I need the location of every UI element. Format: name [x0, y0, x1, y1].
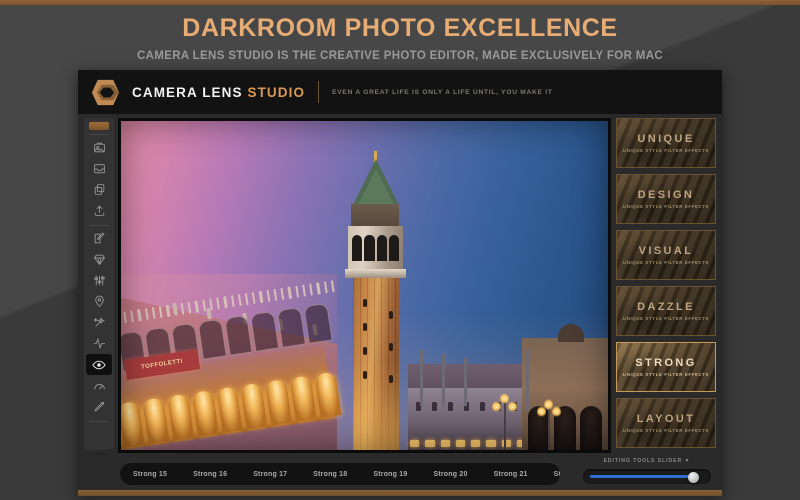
editing-tools-slider-group: EDITING TOOLS SLIDER ▼: [578, 457, 716, 491]
toolbar-divider: [89, 225, 109, 226]
promo-headline: DARKROOM PHOTO EXCELLENCE: [182, 14, 618, 42]
slider-knob[interactable]: [687, 472, 699, 483]
promo-page: DARKROOM PHOTO EXCELLENCE CAMERA LENS ST…: [0, 0, 800, 500]
filter-subtitle: UNIQUE STYLE FILTER EFFECTS: [622, 148, 710, 153]
basilica-building: [522, 324, 608, 450]
location-pin-icon[interactable]: [86, 291, 112, 312]
slider-label-text: EDITING TOOLS SLIDER: [603, 458, 683, 464]
campanile-tower: [339, 147, 413, 450]
app-window: CAMERA LENS STUDIO EVEN A GREAT LIFE IS …: [78, 70, 722, 494]
editing-tools-slider[interactable]: [583, 469, 711, 484]
filter-subtitle: UNIQUE STYLE FILTER EFFECTS: [622, 372, 710, 377]
preset-item[interactable]: Strong 17: [240, 471, 300, 478]
bottom-accent-rule: [78, 490, 722, 496]
bottom-bar: Strong 15 Strong 16 Strong 17 Strong 18 …: [78, 455, 722, 494]
left-toolbar: [84, 118, 114, 450]
slider-fill: [590, 475, 699, 478]
diamond-gem-icon[interactable]: [86, 249, 112, 270]
filter-tile-dazzle[interactable]: DAZZLE UNIQUE STYLE FILTER EFFECTS: [616, 286, 716, 336]
preset-item[interactable]: Strong 19: [360, 471, 420, 478]
sliders-icon[interactable]: [86, 270, 112, 291]
eye-icon[interactable]: [86, 354, 112, 375]
preset-item[interactable]: Strong 18: [300, 471, 360, 478]
curve-gauge-icon[interactable]: [86, 375, 112, 396]
brand-main: CAMERA LENS: [132, 84, 243, 100]
toolbar-cap: [89, 122, 109, 130]
filter-tile-layout[interactable]: LAYOUT UNIQUE STYLE FILTER EFFECTS: [616, 398, 716, 448]
promo-subline: CAMERA LENS STUDIO IS THE CREATIVE PHOTO…: [136, 50, 664, 62]
filter-subtitle: UNIQUE STYLE FILTER EFFECTS: [622, 204, 710, 209]
procuratie-arcade-building: TOFFOLETTI: [121, 274, 342, 450]
preset-item[interactable]: Strong 20: [420, 471, 480, 478]
pencil-icon[interactable]: [86, 396, 112, 417]
inbox-tray-icon[interactable]: [86, 158, 112, 179]
background-buildings: [408, 324, 608, 450]
waveform-pulse-icon[interactable]: [86, 333, 112, 354]
filter-tile-design[interactable]: DESIGN UNIQUE STYLE FILTER EFFECTS: [616, 174, 716, 224]
filter-title: VISUAL: [638, 245, 694, 257]
preset-item[interactable]: Strong 21: [481, 471, 541, 478]
filter-title: DESIGN: [637, 189, 695, 201]
app-titlebar: CAMERA LENS STUDIO EVEN A GREAT LIFE IS …: [78, 70, 722, 114]
filter-title: DAZZLE: [637, 301, 695, 313]
upload-icon[interactable]: [86, 200, 112, 221]
filter-subtitle: UNIQUE STYLE FILTER EFFECTS: [622, 428, 710, 433]
filter-title: STRONG: [635, 357, 697, 369]
brand-wordmark: CAMERA LENS STUDIO: [132, 85, 305, 100]
toolbar-divider: [89, 421, 109, 422]
filter-subtitle: UNIQUE STYLE FILTER EFFECTS: [622, 316, 710, 321]
brand-divider: [318, 81, 320, 103]
photo-canvas[interactable]: TOFFOLETTI: [121, 121, 608, 450]
app-tagline: EVEN A GREAT LIFE IS ONLY A LIFE UNTIL, …: [332, 88, 553, 96]
top-accent-rule: [0, 0, 800, 5]
filter-subtitle: UNIQUE STYLE FILTER EFFECTS: [622, 260, 710, 265]
palace-arcade-lights: [410, 440, 526, 447]
filter-tile-strong[interactable]: STRONG UNIQUE STYLE FILTER EFFECTS: [616, 342, 716, 392]
hexagon-logo-icon: [89, 77, 120, 108]
chevron-down-icon[interactable]: ▼: [684, 458, 690, 464]
palace-building: [408, 388, 528, 450]
edit-pencil-square-icon[interactable]: [86, 228, 112, 249]
slider-label[interactable]: EDITING TOOLS SLIDER ▼: [578, 458, 716, 464]
filter-tile-visual[interactable]: VISUAL UNIQUE STYLE FILTER EFFECTS: [616, 230, 716, 280]
preset-item[interactable]: Strong 15: [120, 471, 180, 478]
copy-layers-icon[interactable]: [86, 179, 112, 200]
toolbar-divider: [89, 134, 109, 135]
filter-title: UNIQUE: [637, 133, 695, 145]
app-body: RANDOM: [78, 114, 722, 494]
promo-header: DARKROOM PHOTO EXCELLENCE CAMERA LENS ST…: [0, 14, 800, 62]
preset-strip[interactable]: Strong 15 Strong 16 Strong 17 Strong 18 …: [120, 463, 560, 485]
photo-canvas-frame: TOFFOLETTI: [118, 118, 611, 453]
brand-accent: STUDIO: [247, 84, 306, 100]
sparkle-wand-icon[interactable]: [86, 312, 112, 333]
image-photo-icon[interactable]: [86, 137, 112, 158]
filter-title: LAYOUT: [636, 413, 696, 425]
filter-panel: UNIQUE UNIQUE STYLE FILTER EFFECTS DESIG…: [616, 118, 716, 453]
filter-tile-unique[interactable]: UNIQUE UNIQUE STYLE FILTER EFFECTS: [616, 118, 716, 168]
preset-item[interactable]: Strong 16: [180, 471, 240, 478]
preset-item[interactable]: Strong 22: [541, 471, 560, 478]
